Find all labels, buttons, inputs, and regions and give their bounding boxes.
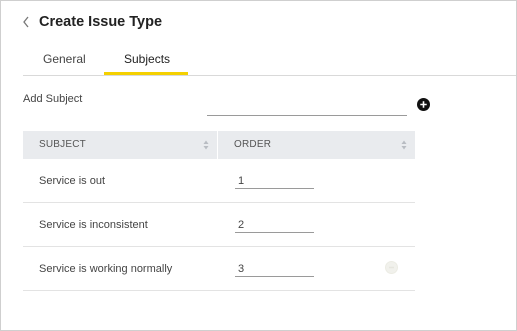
table-row: Service is inconsistent	[23, 203, 415, 247]
remove-row-button[interactable]	[385, 261, 398, 274]
tabs-divider	[23, 75, 516, 76]
column-header-order-label: ORDER	[234, 139, 272, 150]
table-row: Service is working normally	[23, 247, 415, 291]
subject-cell: Service is working normally	[39, 262, 173, 275]
plus-circle-icon	[417, 98, 430, 111]
subjects-table: SUBJECT ORDER Service is out Service is …	[23, 131, 415, 291]
subject-cell: Service is out	[39, 174, 106, 187]
order-input[interactable]	[235, 173, 314, 189]
column-header-order[interactable]: ORDER	[218, 131, 415, 159]
sort-icon[interactable]	[203, 140, 209, 150]
table-row: Service is out	[23, 159, 415, 203]
order-input[interactable]	[235, 261, 314, 277]
column-header-subject[interactable]: SUBJECT	[23, 131, 218, 159]
page-title: Create Issue Type	[39, 14, 163, 30]
tab-bar: General Subjects	[23, 45, 188, 75]
page-header: Create Issue Type	[21, 11, 162, 33]
table-header: SUBJECT ORDER	[23, 131, 415, 159]
order-input[interactable]	[235, 217, 314, 233]
sort-icon[interactable]	[401, 140, 407, 150]
chevron-left-icon[interactable]	[21, 14, 31, 30]
add-subject-button[interactable]	[417, 98, 430, 111]
subject-cell: Service is inconsistent	[39, 218, 148, 231]
tab-subjects[interactable]: Subjects	[104, 45, 188, 75]
column-header-subject-label: SUBJECT	[39, 139, 86, 150]
create-issue-type-panel: Create Issue Type General Subjects Add S…	[0, 0, 517, 331]
order-cell	[218, 159, 415, 202]
remove-circle-icon	[385, 261, 398, 274]
add-subject-input[interactable]	[207, 97, 407, 116]
tab-general[interactable]: General	[23, 45, 104, 75]
add-subject-label: Add Subject	[23, 93, 83, 105]
order-cell	[218, 203, 415, 246]
